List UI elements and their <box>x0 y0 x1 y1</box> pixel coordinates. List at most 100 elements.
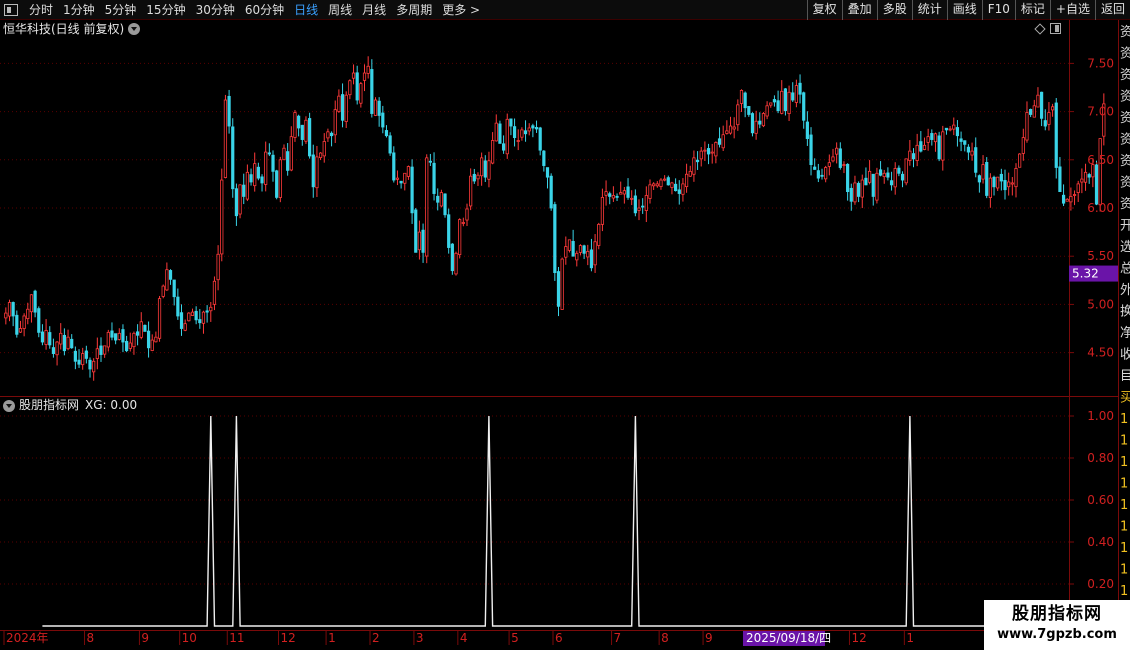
candle-body <box>443 193 447 216</box>
candle-body <box>297 115 301 129</box>
candle-body <box>608 193 612 197</box>
candle-body <box>838 148 842 168</box>
candle-body <box>99 345 103 355</box>
candle-body <box>487 160 491 180</box>
candle-body <box>406 166 411 177</box>
candle <box>593 234 597 273</box>
candle-body <box>776 100 780 112</box>
indicator-tick-label: 0.20 <box>1087 577 1114 591</box>
candle-body <box>432 162 436 194</box>
candle <box>165 262 169 291</box>
candle <box>622 187 626 204</box>
candle <box>483 155 487 183</box>
candle-body <box>329 132 334 137</box>
xg-line <box>42 415 1104 627</box>
candle-body <box>1036 94 1040 108</box>
candle-body <box>926 136 930 143</box>
side-panel-label: 外 <box>1120 283 1130 298</box>
candle-body <box>641 205 645 208</box>
candle <box>1021 128 1025 161</box>
candle-body <box>190 311 195 316</box>
candle <box>1050 103 1055 117</box>
candle-body <box>681 183 685 195</box>
candle <box>549 173 553 211</box>
candle <box>410 159 414 224</box>
candle-body <box>516 140 520 142</box>
date-label: 1 <box>328 631 336 645</box>
side-panel-label: 1 <box>1120 455 1128 470</box>
candle <box>674 178 678 192</box>
side-panel: 资资资资资资资资资开选总外换净收目买111111111 <box>1120 25 1130 599</box>
candle <box>750 112 755 137</box>
candle <box>776 90 780 114</box>
candle <box>695 151 700 170</box>
candle <box>154 331 158 343</box>
candle <box>333 100 337 143</box>
candle <box>794 79 798 108</box>
candle <box>264 141 268 192</box>
candle <box>1043 109 1047 131</box>
candle-body <box>209 306 213 312</box>
candle <box>853 175 857 205</box>
candle <box>1010 177 1014 196</box>
candle <box>238 184 242 219</box>
candle <box>421 223 425 263</box>
candle <box>611 186 615 202</box>
candle-body <box>816 170 820 179</box>
candle-body <box>373 99 378 116</box>
indicator-tick-label: 1.00 <box>1087 409 1114 423</box>
candle <box>92 358 96 381</box>
candle <box>941 125 945 171</box>
candle <box>736 99 740 131</box>
candle-body <box>630 197 634 200</box>
chevron-down-icon[interactable] <box>3 399 15 412</box>
candle <box>600 188 605 232</box>
candle-body <box>275 170 279 198</box>
candle <box>864 167 868 186</box>
candle <box>132 331 136 355</box>
candle-body <box>860 179 864 198</box>
candle <box>315 145 319 197</box>
candle <box>472 168 476 184</box>
candle-body <box>915 144 919 161</box>
candle <box>348 79 352 100</box>
candle-body <box>794 85 798 103</box>
candle <box>966 144 971 161</box>
candle-body <box>201 311 206 324</box>
price-tick-label: 6.50 <box>1087 153 1114 167</box>
side-panel-label: 资 <box>1120 176 1130 191</box>
candle-body <box>966 146 971 153</box>
candle-body <box>340 94 345 121</box>
candle <box>337 89 341 113</box>
candle-body <box>677 189 681 194</box>
candle-body <box>1010 182 1014 185</box>
candle <box>944 127 949 135</box>
candle <box>311 144 315 198</box>
candle <box>955 120 960 147</box>
candle-body <box>1029 109 1033 115</box>
candle <box>501 135 506 154</box>
candle-body <box>315 156 319 189</box>
side-panel-label: 1 <box>1120 584 1128 599</box>
candle-body <box>1054 102 1058 168</box>
candle <box>439 189 443 208</box>
candle-body <box>831 156 835 162</box>
date-label: 9 <box>705 631 713 645</box>
side-panel-label: 目 <box>1120 369 1130 384</box>
kline-chart[interactable]: 7.50 7.00 6.50 6.00 5.50 5.00 4.50 1.00 0.80 0.6… <box>0 0 1130 650</box>
candle-body <box>992 176 996 188</box>
candle-body <box>337 95 341 112</box>
candle-body <box>501 143 506 151</box>
candle-body <box>575 252 579 261</box>
candle-body <box>805 121 809 139</box>
candle-body <box>44 330 48 345</box>
candle-body <box>1043 120 1047 127</box>
candle-body <box>619 192 623 195</box>
candle-body <box>955 127 960 137</box>
candle <box>81 347 85 370</box>
candle-body <box>985 162 989 196</box>
candle-body <box>798 82 802 95</box>
candle <box>911 148 916 168</box>
candle <box>125 335 129 353</box>
candle-body <box>205 310 209 313</box>
